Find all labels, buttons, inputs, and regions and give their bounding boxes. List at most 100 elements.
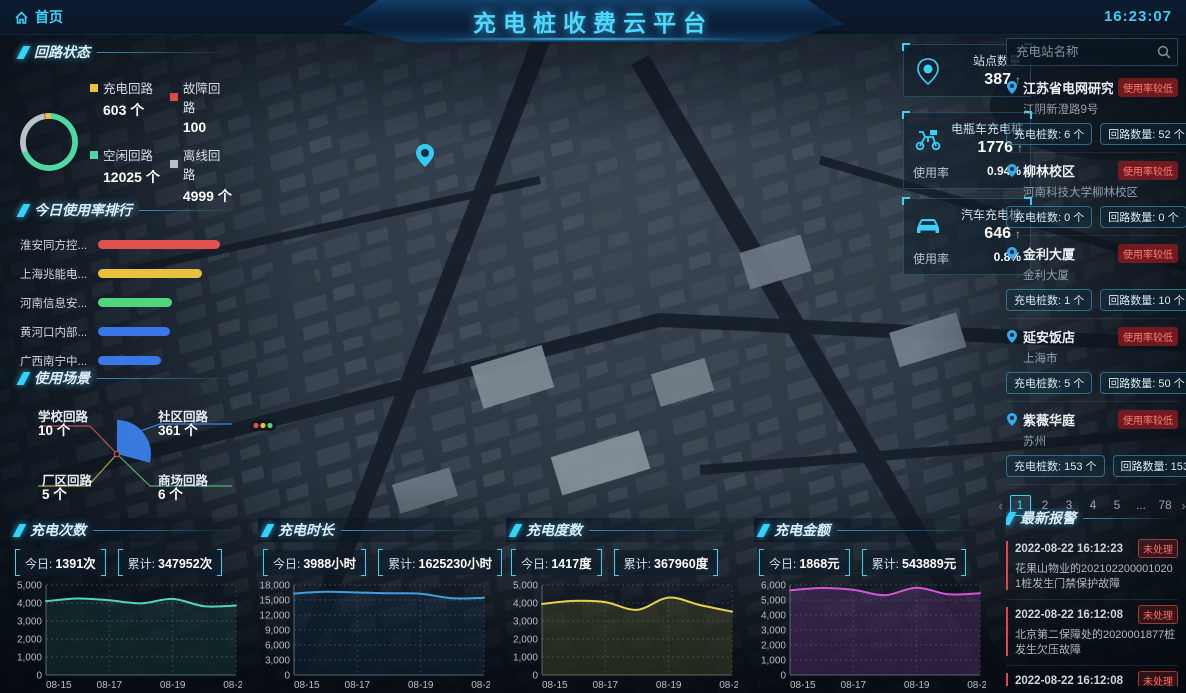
svg-text:3,000: 3,000 — [513, 617, 538, 628]
svg-text:4,000: 4,000 — [513, 599, 538, 610]
legend-swatch — [169, 160, 178, 168]
legend-label: 离线回路 — [182, 149, 221, 182]
title-slash-icon — [12, 523, 27, 537]
station-pin-icon — [1007, 330, 1017, 343]
usage-rate-row: 使用率 0.8% — [913, 250, 1021, 266]
svg-text:9,000: 9,000 — [265, 626, 290, 637]
line-chart-svg: 0 3,000 6,000 9,000 12,000 15,000 18,000 08-15 0… — [259, 581, 497, 692]
ranking-label: 广西南宁中... — [20, 355, 88, 368]
home-icon — [15, 10, 28, 24]
total-stat-chip: 累计: 367960度 — [613, 549, 718, 576]
ranking-row: 河南信息安... — [20, 288, 235, 317]
title-rule — [341, 529, 490, 531]
svg-text:0: 0 — [780, 671, 786, 682]
loop-count-chip: 回路数量: 0 个 — [1100, 206, 1186, 228]
home-label: 首页 — [35, 9, 63, 25]
loop-count-chip: 回路数量: 52 个 — [1100, 123, 1186, 145]
svg-text:08-21: 08-21 — [967, 680, 986, 691]
line-chart-svg: 0 1,000 2,000 3,000 4,000 5,000 08-15 08-17 08-1… — [513, 581, 745, 692]
svg-text:0: 0 — [532, 671, 538, 682]
station-card[interactable]: 金利大厦 使用率较低 金利大厦 充电桩数: 1 个 回路数量: 10 个 — [1006, 236, 1186, 319]
loop-status-title: 回路状态 — [34, 44, 90, 60]
pile-count-chip: 充电桩数: 5 个 — [1006, 372, 1093, 394]
station-card[interactable]: 江苏省电网研究院测试 使用率较低 江阴新澄路9号 充电桩数: 6 个 回路数量:… — [1006, 70, 1186, 153]
page-title-plate: 充电桩收费云平台 — [343, 0, 843, 42]
svg-text:08-21: 08-21 — [719, 680, 738, 691]
usage-rate-row: 使用率 0.94% — [913, 164, 1021, 180]
svg-text:5,000: 5,000 — [17, 581, 42, 592]
title-rule — [93, 529, 242, 531]
title-slash-icon — [508, 523, 523, 537]
loop-count-chip: 回路数量: 50 个 — [1100, 372, 1186, 394]
map-station-pin-icon[interactable] — [414, 142, 436, 168]
alarm-text: 花果山物业的2021022000010201桩发生门禁保护故障 — [1015, 563, 1173, 590]
alarm-time: 2022-08-22 16:12:23 — [1015, 542, 1124, 555]
svg-text:08-15: 08-15 — [46, 680, 72, 691]
loop-status-legend: 充电回路 603 个 故障回路 100 空闲回路 12025 个 离线回路 49… — [90, 78, 232, 206]
charge-duration-title: 充电时长 — [278, 522, 334, 538]
loop-status-title-row: 回路状态 — [16, 42, 232, 62]
total-stat-chip: 累计: 543889元 — [861, 549, 966, 576]
ranking-row: 淮安同方控... — [20, 230, 235, 259]
legend-item: 空闲回路 12025 个 — [90, 145, 160, 206]
usage-ranking-title: 今日使用率排行 — [34, 202, 132, 218]
station-pin-icon — [1007, 81, 1017, 94]
alarm-time: 2022-08-22 16:12:08 — [1015, 608, 1124, 621]
ranking-row: 上海兆能电... — [20, 259, 235, 288]
panel-charge-energy: 充电度数 今日: 1417度 累计: 367960度 0 1,000 2,000 3,00… — [506, 518, 745, 692]
low-usage-badge: 使用率较低 — [1118, 410, 1178, 429]
title-slash-icon — [260, 523, 275, 537]
scooter-icon — [913, 124, 943, 154]
scene-label-community: 社区回路 361 个 — [158, 410, 209, 438]
line-chart-svg: 0 1,000 2,000 3,000 4,000 5,000 6,000 08-15 08-1… — [761, 581, 993, 692]
station-pin-icon — [913, 56, 943, 86]
station-card[interactable]: 紫薇华庭 使用率较低 苏州 充电桩数: 153 个 回路数量: 1530 个 — [1006, 402, 1186, 485]
ranking-label: 上海兆能电... — [20, 268, 88, 281]
search-icon[interactable] — [1157, 45, 1171, 64]
title-rule — [837, 529, 986, 531]
charge-duration-line-chart: 0 3,000 6,000 9,000 12,000 15,000 18,000 08-15 0… — [258, 579, 497, 693]
usage-scene-chart: 学校回路 10 个 社区回路 361 个 厂区回路 5 个 商场回路 6 个 — [20, 390, 242, 508]
total-stat-chip: 累计: 347952次 — [117, 549, 222, 576]
alarm-status-badge: 未处理 — [1138, 671, 1178, 686]
svg-text:3,000: 3,000 — [265, 656, 290, 667]
station-search-input[interactable] — [1006, 38, 1178, 66]
svg-text:2,000: 2,000 — [513, 635, 538, 646]
pagination-prev[interactable]: ‹ — [997, 499, 1005, 513]
station-address: 金利大厦 — [1023, 270, 1069, 282]
alarm-item[interactable]: 2022-08-22 16:12:23 未处理 花果山物业的2021022000… — [1006, 534, 1178, 600]
low-usage-badge: 使用率较低 — [1118, 161, 1178, 180]
svg-text:08-21: 08-21 — [223, 680, 242, 691]
usage-ranking-chart: 淮安同方控... 上海兆能电... 河南信息安... 黄河口内部... 广西南宁中... — [20, 230, 235, 375]
charge-amount-line-chart: 0 1,000 2,000 3,000 4,000 5,000 6,000 08-15 08-1… — [754, 579, 993, 693]
station-pin-icon — [1007, 247, 1017, 260]
today-stat-chip: 今日: 1391次 — [15, 549, 106, 576]
panel-charge-amount: 充电金额 今日: 1868元 累计: 543889元 0 1,000 2,000 3,00… — [754, 518, 993, 693]
station-card[interactable]: 柳林校区 使用率较低 河南科技大学柳林校区 充电桩数: 0 个 回路数量: 0 … — [1006, 153, 1186, 236]
ranking-label: 淮安同方控... — [20, 239, 88, 252]
svg-text:5,000: 5,000 — [761, 596, 786, 607]
low-usage-badge: 使用率较低 — [1118, 327, 1178, 346]
alarm-item[interactable]: 2022-08-22 16:12:08 未处理 北京第二保障处的20200018… — [1006, 600, 1178, 666]
today-stat-chip: 今日: 1868元 — [759, 549, 850, 576]
alarm-text: 北京第二保障处的2020001877桩发生欠压故障 — [1015, 629, 1176, 656]
low-usage-badge: 使用率较低 — [1118, 78, 1178, 97]
svg-text:6,000: 6,000 — [761, 581, 786, 592]
ranking-bar — [98, 327, 170, 336]
panel-usage-scene: 使用场景 学校回路 10 个 社区回路 361 个 厂区回路 5 个 商场回路 … — [16, 368, 242, 508]
svg-text:08-17: 08-17 — [97, 680, 123, 691]
station-address: 上海市 — [1023, 353, 1058, 365]
station-name: 紫薇华庭 — [1023, 413, 1076, 428]
svg-text:4,000: 4,000 — [761, 611, 786, 622]
home-nav[interactable]: 首页 — [14, 7, 63, 27]
svg-text:3,000: 3,000 — [17, 617, 42, 628]
svg-text:08-19: 08-19 — [408, 680, 434, 691]
alarm-item[interactable]: 2022-08-22 16:12:08 未处理 北京第二保障处的20200018… — [1006, 666, 1178, 686]
svg-text:1,000: 1,000 — [17, 653, 42, 664]
ranking-label: 黄河口内部... — [20, 326, 88, 339]
svg-text:08-21: 08-21 — [471, 680, 490, 691]
station-address: 江阴新澄路9号 — [1023, 104, 1099, 116]
pagination-next[interactable]: › — [1180, 499, 1186, 513]
station-card[interactable]: 延安饭店 使用率较低 上海市 充电桩数: 5 个 回路数量: 50 个 — [1006, 319, 1186, 402]
legend-value: 12025 个 — [103, 169, 160, 185]
